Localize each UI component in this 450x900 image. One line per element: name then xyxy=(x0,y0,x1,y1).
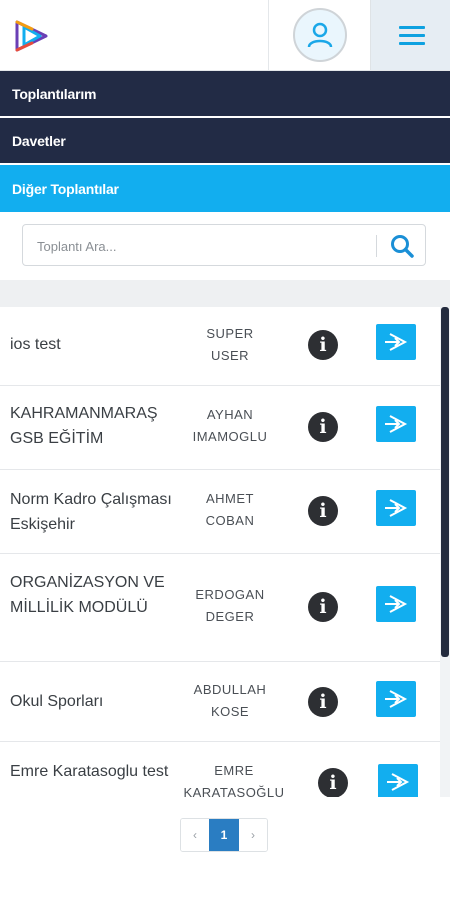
meeting-title: Okul Sporları xyxy=(10,693,104,710)
app-header xyxy=(0,0,450,71)
meeting-row: ORGANİZASYON VE MİLLİLİK MODÜLÜ ERDOGAN D… xyxy=(0,554,440,662)
user-icon xyxy=(307,22,333,48)
join-meeting-icon xyxy=(385,499,408,517)
meeting-title: Emre Karatasoglu test xyxy=(10,763,169,780)
info-icon[interactable]: i xyxy=(308,412,338,442)
meeting-row: Okul Sporları ABDULLAH KOSE i xyxy=(0,662,440,742)
join-meeting-button[interactable] xyxy=(376,324,416,360)
search-box xyxy=(22,224,426,267)
nav-item-invitations[interactable]: Davetler xyxy=(0,118,450,163)
pagination: ‹ 1 › xyxy=(180,818,268,852)
nav-item-my-meetings[interactable]: Toplantılarım xyxy=(0,71,450,116)
join-meeting-button[interactable] xyxy=(376,586,416,622)
search-icon[interactable] xyxy=(389,233,415,259)
join-meeting-button[interactable] xyxy=(376,681,416,717)
join-meeting-icon xyxy=(385,333,408,351)
join-meeting-button[interactable] xyxy=(376,490,416,526)
avatar[interactable] xyxy=(293,8,347,62)
meeting-owner: ABDULLAH KOSE xyxy=(193,682,267,719)
info-icon[interactable]: i xyxy=(318,768,348,797)
page-1-button[interactable]: 1 xyxy=(209,819,239,851)
meeting-row: ios test SUPER USER i xyxy=(0,307,440,386)
join-meeting-button[interactable] xyxy=(376,406,416,442)
meeting-title: ORGANİZASYON VE MİLLİLİK MODÜLÜ xyxy=(10,574,165,616)
search-input[interactable] xyxy=(23,225,389,267)
info-icon[interactable]: i xyxy=(308,687,338,717)
info-icon[interactable]: i xyxy=(308,330,338,360)
join-meeting-button[interactable] xyxy=(378,764,418,797)
nav-item-other-meetings[interactable]: Diğer Toplantılar xyxy=(0,165,450,212)
meeting-title: KAHRAMANMARAŞ GSB EĞİTİM xyxy=(10,405,158,447)
meeting-row: Norm Kadro Çalışması Eskişehir AHMET COBA… xyxy=(0,470,440,554)
meeting-owner: AYHAN IMAMOGLU xyxy=(192,407,268,444)
join-meeting-icon xyxy=(387,773,410,791)
meeting-owner: EMRE KARATAŞOĞLU xyxy=(183,763,285,797)
next-page-button[interactable]: › xyxy=(239,819,267,851)
join-meeting-icon xyxy=(385,595,408,613)
meeting-owner: ERDOGAN DEGER xyxy=(195,587,265,624)
meeting-owner: SUPER USER xyxy=(206,326,254,363)
list-header-band xyxy=(0,280,450,307)
prev-page-button[interactable]: ‹ xyxy=(181,819,209,851)
hamburger-icon xyxy=(399,26,425,46)
scrollbar-thumb[interactable] xyxy=(441,307,449,657)
meeting-list: ios test SUPER USER i KAHRAMANMARAŞ GSB E… xyxy=(0,307,440,797)
join-meeting-icon xyxy=(385,415,408,433)
play-logo-icon[interactable] xyxy=(12,16,52,56)
meeting-title: ios test xyxy=(10,336,61,353)
meeting-title: Norm Kadro Çalışması Eskişehir xyxy=(10,491,172,533)
search-divider xyxy=(376,235,377,257)
meeting-row: KAHRAMANMARAŞ GSB EĞİTİM AYHAN IMAMOGLU i xyxy=(0,386,440,470)
profile-cell xyxy=(268,0,371,70)
meeting-row: Emre Karatasoglu test EMRE KARATAŞOĞLU i xyxy=(0,742,440,797)
meeting-owner: AHMET COBAN xyxy=(205,491,255,528)
info-icon[interactable]: i xyxy=(308,592,338,622)
info-icon[interactable]: i xyxy=(308,496,338,526)
join-meeting-icon xyxy=(385,690,408,708)
menu-button[interactable] xyxy=(370,0,450,70)
